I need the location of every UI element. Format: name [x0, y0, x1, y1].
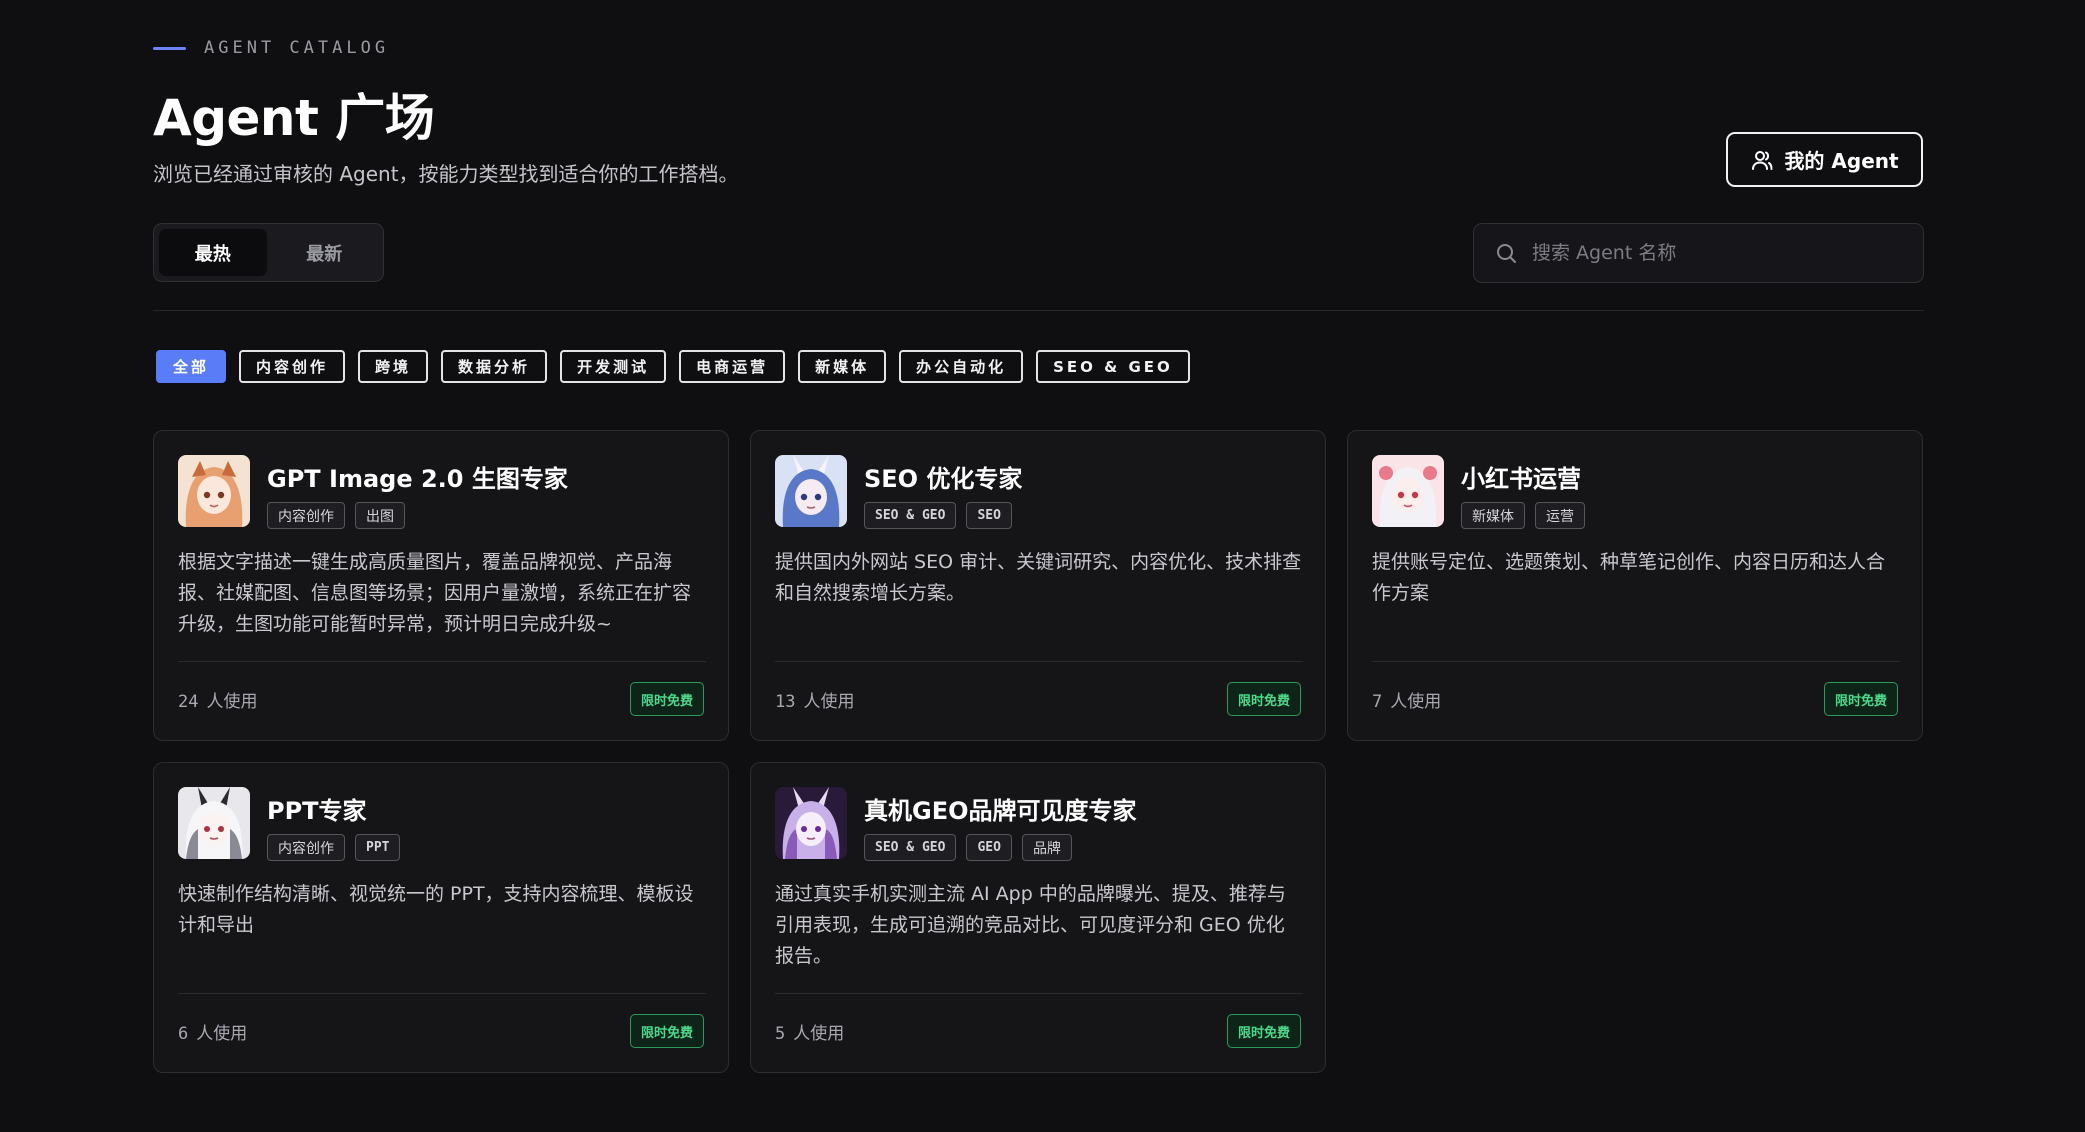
card-divider — [178, 661, 706, 662]
agent-tag: 出图 — [355, 502, 405, 529]
tab-newest[interactable]: 最新 — [271, 229, 379, 276]
usage-label: 人使用 — [793, 1024, 845, 1044]
agent-card[interactable]: 真机GEO品牌可见度专家 SEO & GEO GEO 品牌 通过真实手机实测主流… — [750, 762, 1326, 1073]
anime-avatar-icon — [178, 787, 250, 859]
agent-avatar — [178, 787, 250, 859]
agent-tags: SEO & GEO GEO 品牌 — [864, 834, 1072, 861]
agent-description: 提供国内外网站 SEO 审计、关键词研究、内容优化、技术排查和自然搜索增长方案。 — [775, 551, 1302, 604]
free-badge: 限时免费 — [1226, 1014, 1301, 1048]
page-subtitle: 浏览已经通过审核的 Agent，按能力类型找到适合你的工作搭档。 — [153, 162, 739, 186]
free-badge: 限时免费 — [629, 1014, 704, 1048]
agent-tag: SEO — [966, 502, 1012, 529]
agent-catalog-page: AGENT CATALOG Agent 广场 浏览已经通过审核的 Agent，按… — [0, 0, 2085, 1132]
agent-description: 根据文字描述一键生成高质量图片，覆盖品牌视觉、产品海报、社媒配图、信息图等场景；… — [178, 551, 692, 635]
usage-number: 6 — [178, 1024, 189, 1044]
search-icon — [1497, 244, 1516, 263]
usage-number: 13 — [775, 692, 796, 712]
free-badge: 限时免费 — [629, 682, 704, 716]
agent-title: 真机GEO品牌可见度专家 — [864, 797, 1137, 825]
agent-avatar — [775, 455, 847, 527]
anime-avatar-icon — [178, 455, 250, 527]
agent-tags: 内容创作 PPT — [267, 834, 401, 861]
anime-avatar-icon — [775, 787, 847, 859]
eyebrow: AGENT CATALOG — [153, 38, 389, 58]
category-chip-seo-geo[interactable]: SEO & GEO — [1036, 350, 1190, 383]
agent-card[interactable]: SEO 优化专家 SEO & GEO SEO 提供国内外网站 SEO 审计、关键… — [750, 430, 1326, 741]
free-badge: 限时免费 — [1823, 682, 1898, 716]
usage-label: 人使用 — [196, 1024, 248, 1044]
usage-label: 人使用 — [803, 692, 855, 712]
anime-avatar-icon — [775, 455, 847, 527]
category-chip-office-automation[interactable]: 办公自动化 — [899, 350, 1024, 383]
category-chip-crossborder[interactable]: 跨境 — [358, 350, 429, 383]
user-icon — [1752, 150, 1773, 170]
toolbar-divider — [153, 310, 1924, 311]
category-chip-ecommerce[interactable]: 电商运营 — [679, 350, 786, 383]
usage-count: 24 人使用 — [178, 687, 257, 712]
category-chip-data-analysis[interactable]: 数据分析 — [441, 350, 548, 383]
anime-avatar-icon — [1372, 455, 1444, 527]
agent-tag: GEO — [966, 834, 1012, 861]
card-divider — [775, 661, 1303, 662]
category-chip-all[interactable]: 全部 — [156, 350, 227, 383]
usage-number: 7 — [1372, 692, 1383, 712]
usage-count: 13 人使用 — [775, 687, 854, 712]
my-agent-label: 我的 Agent — [1784, 149, 1899, 173]
agent-tag: 运营 — [1535, 502, 1585, 529]
agent-tag: 新媒体 — [1461, 502, 1525, 529]
eyebrow-text: AGENT CATALOG — [204, 38, 390, 58]
sort-tabs: 最热 最新 — [153, 223, 384, 282]
agent-tag: 品牌 — [1021, 834, 1072, 861]
usage-count: 5 人使用 — [775, 1019, 844, 1044]
agent-tags: 内容创作 出图 — [267, 502, 405, 529]
agent-tag: 内容创作 — [267, 502, 345, 529]
agent-tag: SEO & GEO — [864, 834, 957, 861]
agent-description: 通过真实手机实测主流 AI App 中的品牌曝光、提及、推荐与引用表现，生成可追… — [775, 883, 1286, 967]
agent-tag: SEO & GEO — [864, 502, 957, 529]
category-chip-new-media[interactable]: 新媒体 — [798, 350, 887, 383]
agent-avatar — [775, 787, 847, 859]
agent-tags: 新媒体 运营 — [1461, 502, 1585, 529]
usage-label: 人使用 — [206, 692, 258, 712]
agent-tags: SEO & GEO SEO — [864, 502, 1012, 529]
agent-avatar — [178, 455, 250, 527]
usage-number: 24 — [178, 692, 199, 712]
agent-title: PPT专家 — [267, 797, 367, 825]
agent-avatar — [1372, 455, 1444, 527]
my-agent-button[interactable]: 我的 Agent — [1726, 132, 1923, 187]
agent-description: 快速制作结构清晰、视觉统一的 PPT，支持内容梳理、模板设计和导出 — [178, 883, 694, 936]
agent-card[interactable]: 小红书运营 新媒体 运营 提供账号定位、选题策划、种草笔记创作、内容日历和达人合… — [1347, 430, 1923, 741]
agent-tag: 内容创作 — [267, 834, 345, 861]
usage-label: 人使用 — [1390, 692, 1442, 712]
card-divider — [1372, 661, 1900, 662]
usage-number: 5 — [775, 1024, 786, 1044]
agent-title: 小红书运营 — [1461, 465, 1581, 493]
tab-hottest[interactable]: 最热 — [159, 229, 267, 276]
agent-title: GPT Image 2.0 生图专家 — [267, 465, 568, 493]
card-divider — [775, 993, 1303, 994]
category-filter: 全部 内容创作 跨境 数据分析 开发测试 电商运营 新媒体 办公自动化 SEO … — [156, 350, 1190, 383]
agent-tag: PPT — [355, 834, 401, 861]
search-input[interactable] — [1532, 242, 1912, 264]
usage-count: 7 人使用 — [1372, 687, 1441, 712]
usage-count: 6 人使用 — [178, 1019, 247, 1044]
agent-description: 提供账号定位、选题策划、种草笔记创作、内容日历和达人合作方案 — [1372, 551, 1886, 604]
search-box[interactable] — [1473, 223, 1924, 283]
page-title: Agent 广场 — [153, 89, 435, 147]
agent-title: SEO 优化专家 — [864, 465, 1023, 493]
eyebrow-line — [153, 46, 186, 50]
category-chip-content[interactable]: 内容创作 — [239, 350, 346, 383]
free-badge: 限时免费 — [1226, 682, 1301, 716]
agent-card[interactable]: PPT专家 内容创作 PPT 快速制作结构清晰、视觉统一的 PPT，支持内容梳理… — [153, 762, 729, 1073]
agent-card[interactable]: GPT Image 2.0 生图专家 内容创作 出图 根据文字描述一键生成高质量… — [153, 430, 729, 741]
card-divider — [178, 993, 706, 994]
category-chip-dev-test[interactable]: 开发测试 — [560, 350, 667, 383]
